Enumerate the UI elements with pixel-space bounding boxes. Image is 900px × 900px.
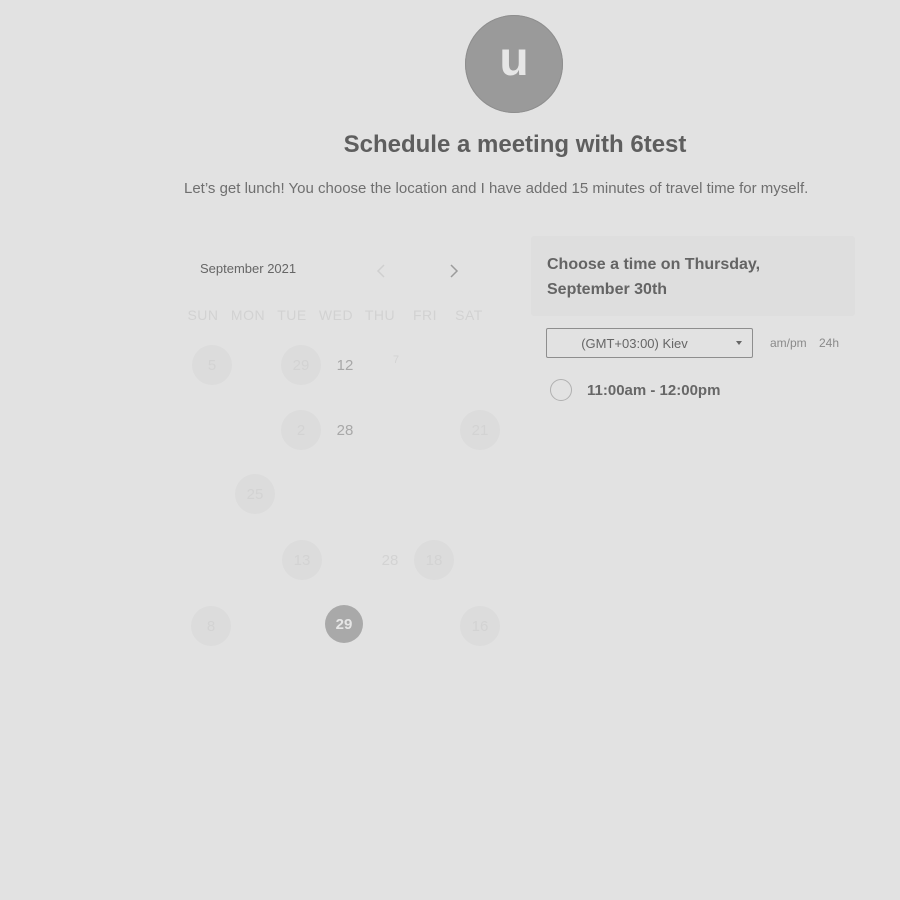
weekday-sun: SUN — [187, 307, 219, 323]
calendar-day[interactable]: 29 — [281, 345, 321, 385]
time-panel-header: Choose a time on Thursday, September 30t… — [531, 236, 855, 316]
prev-month-button[interactable] — [373, 262, 389, 280]
calendar-day[interactable]: 5 — [192, 345, 232, 385]
time-panel-title: Choose a time on Thursday, September 30t… — [547, 256, 761, 298]
weekday-wed: WED — [318, 307, 354, 323]
caret-down-icon — [736, 341, 742, 345]
format-12h-toggle[interactable]: am/pm — [770, 336, 807, 350]
format-24h-toggle[interactable]: 24h — [819, 336, 839, 350]
time-slot-radio[interactable] — [550, 379, 572, 401]
avatar: u — [465, 15, 563, 113]
calendar-day[interactable]: 7 — [376, 340, 416, 380]
weekday-mon: MON — [230, 307, 266, 323]
page-title: Schedule a meeting with 6test — [343, 131, 687, 158]
calendar-day[interactable]: 18 — [414, 540, 454, 580]
weekday-fri: FRI — [412, 307, 438, 323]
calendar-day[interactable]: 25 — [235, 474, 275, 514]
timezone-value: (GMT+03:00) Kiev — [581, 336, 688, 351]
chevron-left-icon — [376, 264, 385, 278]
calendar-day[interactable]: 8 — [191, 606, 231, 646]
weekday-sat: SAT — [455, 307, 483, 323]
calendar-day[interactable]: 12 — [325, 345, 365, 385]
chevron-right-icon — [450, 264, 459, 278]
avatar-letter: u — [499, 33, 529, 86]
calendar-day[interactable]: 13 — [282, 540, 322, 580]
weekday-thu: THU — [364, 307, 396, 323]
calendar-day[interactable]: 28 — [325, 410, 365, 450]
next-month-button[interactable] — [446, 262, 462, 280]
weekday-tue: TUE — [277, 307, 307, 323]
meeting-description: Let’s get lunch! You choose the location… — [184, 180, 809, 197]
calendar-day-selected[interactable]: 29 — [325, 605, 363, 643]
time-slot-label[interactable]: 11:00am - 12:00pm — [587, 382, 720, 399]
calendar-day[interactable]: 28 — [370, 540, 410, 580]
calendar-month-label: September 2021 — [200, 261, 297, 276]
calendar-day[interactable]: 21 — [460, 410, 500, 450]
calendar-day[interactable]: 16 — [460, 606, 500, 646]
timezone-select[interactable]: (GMT+03:00) Kiev — [546, 328, 753, 358]
calendar-day[interactable]: 2 — [281, 410, 321, 450]
